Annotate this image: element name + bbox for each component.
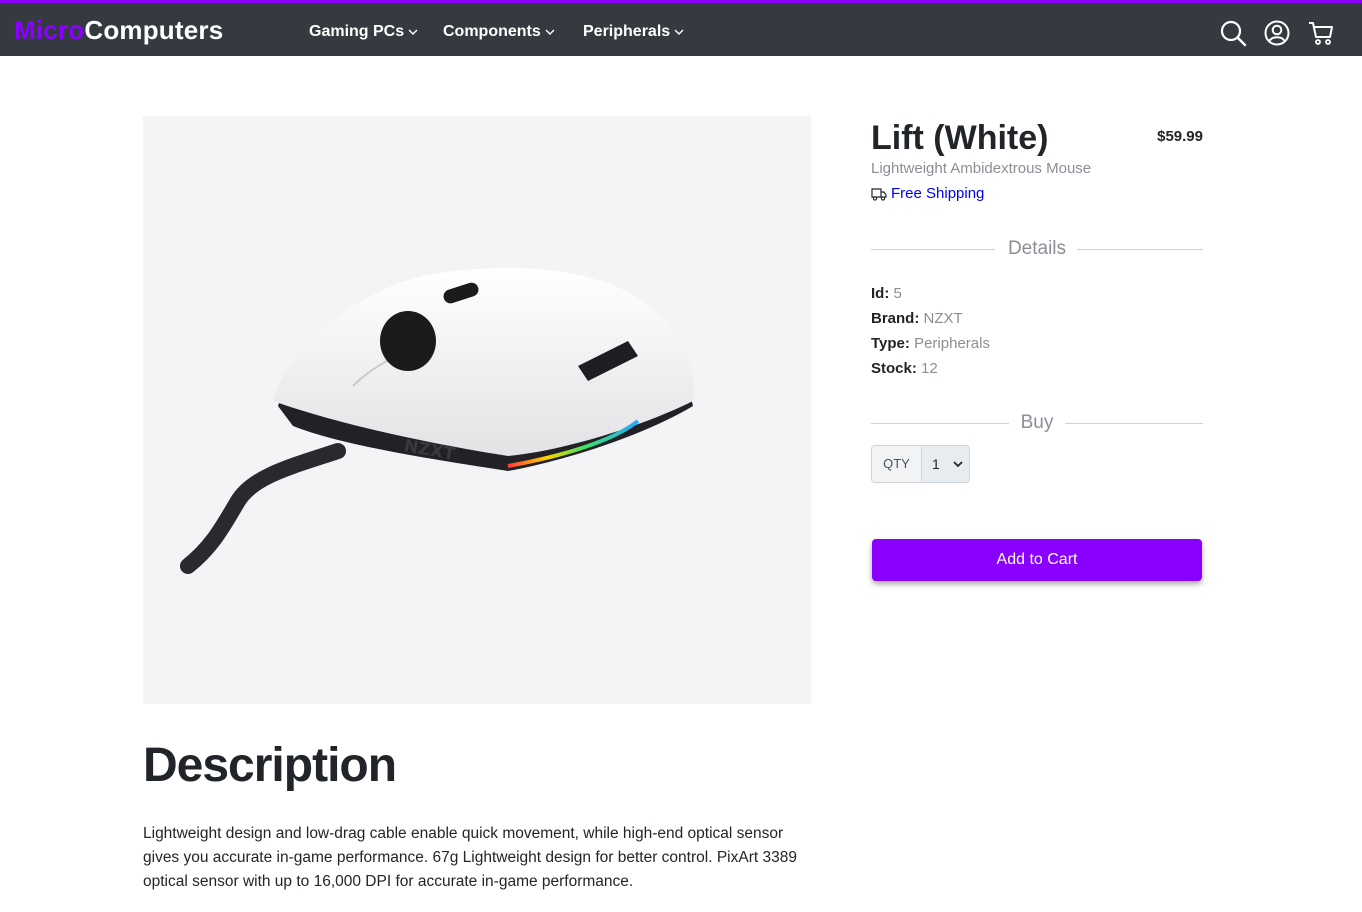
chevron-down-icon xyxy=(953,461,963,468)
detail-row-stock: Stock: 12 xyxy=(871,359,938,379)
nav-item-components[interactable]: Components xyxy=(443,22,555,42)
detail-key: Stock: xyxy=(871,360,917,377)
detail-row-brand: Brand: NZXT xyxy=(871,309,963,329)
quantity-label: QTY xyxy=(872,446,922,482)
detail-value: 12 xyxy=(921,360,938,377)
buy-divider: Buy xyxy=(871,412,1203,436)
description-title: Description xyxy=(143,739,397,792)
quantity-value: 1 xyxy=(932,456,940,472)
brand-part-computers: Computers xyxy=(84,15,224,45)
nav-item-label: Gaming PCs xyxy=(309,23,405,40)
detail-value: 5 xyxy=(893,285,902,302)
navbar: MicroComputers Gaming PCs Components Per… xyxy=(0,0,1362,56)
nav-item-peripherals[interactable]: Peripherals xyxy=(583,22,684,42)
quantity-group: QTY 1 xyxy=(871,445,970,483)
add-to-cart-button[interactable]: Add to Cart xyxy=(872,539,1202,581)
detail-key: Type: xyxy=(871,335,910,352)
nav-item-label: Components xyxy=(443,23,541,40)
brand-part-micro: Micro xyxy=(14,15,85,45)
detail-key: Brand: xyxy=(871,310,920,327)
detail-value: NZXT xyxy=(923,310,963,327)
detail-row-type: Type: Peripherals xyxy=(871,334,990,354)
user-account-icon[interactable] xyxy=(1263,19,1291,47)
product-subtitle: Lightweight Ambidextrous Mouse xyxy=(871,160,1092,177)
brand-logo[interactable]: MicroComputers xyxy=(14,15,223,45)
details-heading: Details xyxy=(1007,238,1067,259)
shopping-cart-icon[interactable] xyxy=(1307,19,1335,47)
quantity-select[interactable]: 1 xyxy=(922,446,969,482)
buy-heading: Buy xyxy=(1020,412,1054,433)
search-icon[interactable] xyxy=(1219,19,1247,47)
detail-key: Id: xyxy=(871,285,890,302)
chevron-down-icon xyxy=(674,29,684,35)
chevron-down-icon xyxy=(545,29,555,35)
detail-row-id: Id: 5 xyxy=(871,284,902,304)
product-image: NZXT xyxy=(143,116,811,704)
mouse-illustration: NZXT xyxy=(180,268,694,574)
free-shipping-label: Free Shipping xyxy=(891,185,985,202)
detail-value: Peripherals xyxy=(914,335,990,352)
truck-icon xyxy=(871,188,887,201)
nav-item-gaming-pcs[interactable]: Gaming PCs xyxy=(309,22,418,42)
free-shipping-link[interactable]: Free Shipping xyxy=(871,185,984,202)
chevron-down-icon xyxy=(408,29,418,35)
product-price: $59.99 xyxy=(1157,128,1203,145)
description-body: Lightweight design and low-drag cable en… xyxy=(143,825,797,890)
product-title: Lift (White) xyxy=(871,119,1049,157)
nav-item-label: Peripherals xyxy=(583,23,671,40)
details-divider: Details xyxy=(871,238,1203,262)
